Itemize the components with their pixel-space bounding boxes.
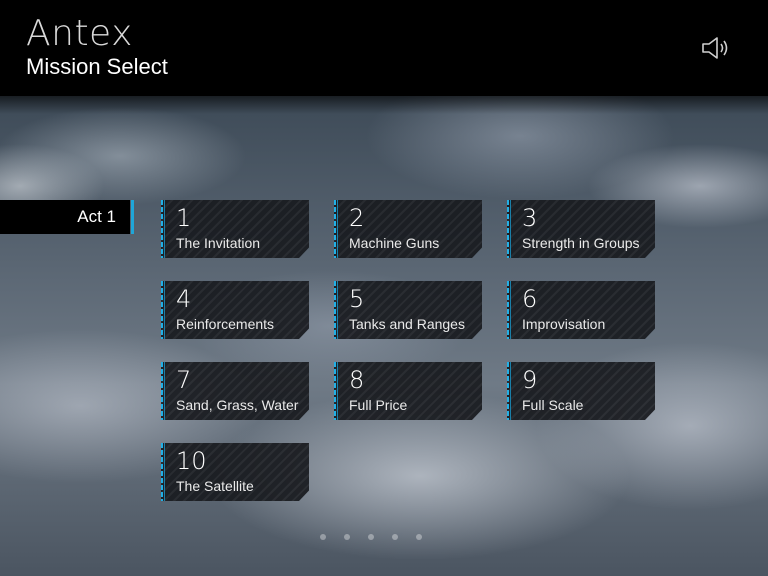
page-dot[interactable] bbox=[344, 534, 350, 540]
mission-name: The Satellite bbox=[176, 478, 254, 494]
tile-accent-bar bbox=[161, 200, 163, 258]
tile-accent-bar bbox=[507, 362, 509, 420]
mission-name: The Invitation bbox=[176, 235, 261, 251]
mission-number: 7 bbox=[176, 366, 192, 394]
mission-tile-4[interactable]: 4 Reinforcements bbox=[161, 281, 309, 339]
mission-number: 3 bbox=[522, 204, 538, 232]
mission-number: 8 bbox=[349, 366, 365, 394]
page-indicator bbox=[320, 534, 430, 542]
tile-accent-bar bbox=[161, 281, 163, 339]
mission-tile-5[interactable]: 5 Tanks and Ranges bbox=[334, 281, 482, 339]
mission-number: 4 bbox=[176, 285, 192, 313]
mission-name: Improvisation bbox=[522, 316, 606, 332]
tile-accent-bar bbox=[507, 200, 509, 258]
mission-name: Tanks and Ranges bbox=[349, 316, 465, 332]
page-dot[interactable] bbox=[320, 534, 326, 540]
mission-tile-1[interactable]: 1 The Invitation bbox=[161, 200, 309, 258]
header-bar: Antex Mission Select bbox=[0, 0, 768, 96]
screen-title: Mission Select bbox=[26, 54, 168, 79]
mission-name: Sand, Grass, Water bbox=[176, 397, 299, 413]
mission-name: Strength in Groups bbox=[522, 235, 640, 251]
mission-name: Full Scale bbox=[522, 397, 584, 413]
tile-accent-bar bbox=[161, 362, 163, 420]
mission-number: 5 bbox=[349, 285, 365, 313]
page-dot[interactable] bbox=[392, 534, 398, 540]
mission-number: 6 bbox=[522, 285, 538, 313]
mission-number: 2 bbox=[349, 204, 365, 232]
mission-tile-9[interactable]: 9 Full Scale bbox=[507, 362, 655, 420]
tile-accent-bar bbox=[334, 281, 336, 339]
mission-tile-3[interactable]: 3 Strength in Groups bbox=[507, 200, 655, 258]
mission-tile-2[interactable]: 2 Machine Guns bbox=[334, 200, 482, 258]
mission-tile-6[interactable]: 6 Improvisation bbox=[507, 281, 655, 339]
mission-name: Full Price bbox=[349, 397, 408, 413]
sound-toggle-button[interactable] bbox=[700, 36, 734, 60]
tile-accent-bar bbox=[161, 443, 163, 501]
mission-name: Machine Guns bbox=[349, 235, 440, 251]
tile-accent-bar bbox=[507, 281, 509, 339]
mission-tile-8[interactable]: 8 Full Price bbox=[334, 362, 482, 420]
mission-number: 9 bbox=[522, 366, 538, 394]
page-dot[interactable] bbox=[416, 534, 422, 540]
mission-name: Reinforcements bbox=[176, 316, 275, 332]
act-label-text: Act 1 bbox=[77, 207, 116, 226]
tile-accent-bar bbox=[334, 362, 336, 420]
mission-tile-7[interactable]: 7 Sand, Grass, Water bbox=[161, 362, 309, 420]
mission-number: 1 bbox=[176, 204, 192, 232]
mission-tile-10[interactable]: 10 The Satellite bbox=[161, 443, 309, 501]
mission-number: 10 bbox=[176, 447, 207, 475]
page-dot[interactable] bbox=[368, 534, 374, 540]
speaker-icon bbox=[702, 37, 728, 59]
app-title: Antex bbox=[26, 13, 133, 54]
act-label: Act 1 bbox=[0, 200, 134, 234]
tile-accent-bar bbox=[334, 200, 336, 258]
